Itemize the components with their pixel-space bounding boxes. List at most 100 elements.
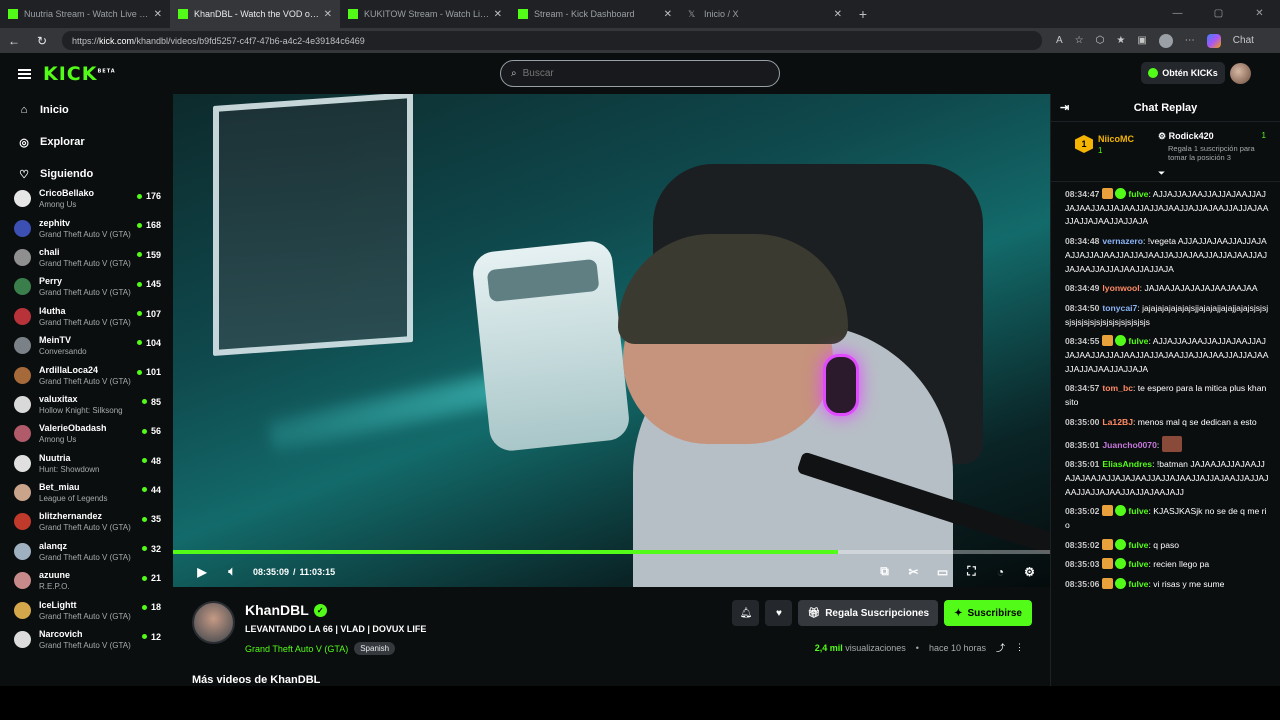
- more-options-icon[interactable]: ⋮: [1015, 642, 1024, 653]
- kick-logo[interactable]: KICKBETA: [43, 63, 116, 85]
- star-icon: ✦: [954, 607, 963, 619]
- maximize-button[interactable]: ▢: [1198, 0, 1239, 28]
- volume-icon[interactable]: 🔈︎: [217, 564, 247, 579]
- miniplayer-icon[interactable]: ⧉: [874, 564, 895, 579]
- user-avatar[interactable]: [1230, 63, 1251, 84]
- reload-icon[interactable]: ↻: [28, 34, 56, 48]
- copilot-icon[interactable]: [1206, 33, 1221, 48]
- search-input[interactable]: [522, 68, 753, 79]
- back-icon[interactable]: ←: [0, 34, 28, 48]
- chat-timestamp: 08:34:47: [1065, 189, 1100, 199]
- close-tab-icon[interactable]: ✕: [494, 9, 502, 20]
- profile-avatar[interactable]: [1158, 33, 1173, 48]
- chat-username[interactable]: fulve: [1128, 506, 1148, 516]
- url-field[interactable]: https://kick.com/khandbl/videos/b9fd5257…: [62, 31, 1042, 50]
- chat-username[interactable]: fulve: [1128, 540, 1148, 550]
- channel-game: Grand Theft Auto V (GTA): [39, 288, 131, 298]
- chat-username[interactable]: lyonwool: [1102, 283, 1139, 293]
- collapse-chat-icon[interactable]: ⇥: [1060, 101, 1069, 114]
- settings-gear-icon[interactable]: ⚙: [1019, 565, 1040, 579]
- sidebar-channel[interactable]: CricoBellako Among Us 176: [0, 184, 173, 213]
- heart-icon: ♡: [19, 168, 29, 181]
- channel-game: Hollow Knight: Silksong: [39, 405, 123, 415]
- fullscreen-icon[interactable]: ⛶: [961, 564, 982, 579]
- channel-viewer-count: 176: [145, 191, 161, 201]
- sidebar-channel[interactable]: Perry Grand Theft Auto V (GTA) 145: [0, 272, 173, 301]
- streamer-name[interactable]: KhanDBL: [245, 602, 309, 618]
- subscribe-button[interactable]: ✦ Suscribirse: [944, 600, 1032, 626]
- sidebar-channel[interactable]: zephitv Grand Theft Auto V (GTA) 168: [0, 213, 173, 242]
- sidebar-channel[interactable]: chali Grand Theft Auto V (GTA) 159: [0, 243, 173, 272]
- sidebar-channel[interactable]: l4utha Grand Theft Auto V (GTA) 107: [0, 302, 173, 331]
- sidebar-nav-inicio[interactable]: ⌂ Inicio: [0, 94, 173, 126]
- chat-username[interactable]: EliasAndres: [1102, 459, 1152, 469]
- close-tab-icon[interactable]: ✕: [664, 9, 672, 20]
- sidebar-channel[interactable]: valuxitax Hollow Knight: Silksong 85: [0, 390, 173, 419]
- expand-leaderboard-icon[interactable]: ⏷: [1158, 168, 1165, 179]
- close-tab-icon[interactable]: ✕: [154, 9, 162, 20]
- collections-icon[interactable]: ▣: [1137, 35, 1146, 46]
- sidebar-channel[interactable]: Nuutria Hunt: Showdown 48: [0, 449, 173, 478]
- chat-username[interactable]: fulve: [1128, 336, 1148, 346]
- gift-subs-button[interactable]: 🎁︎ Regala Suscripciones: [798, 600, 939, 626]
- chat-message: 08:34:57 tom_bc: te espero para la mitica…: [1065, 382, 1270, 409]
- browser-tab[interactable]: KhanDBL - Watch the VOD on Kick ✕: [170, 0, 340, 28]
- video-progress-bar[interactable]: [173, 550, 1050, 554]
- clip-icon[interactable]: ✂: [903, 565, 924, 579]
- sidebar-channel[interactable]: Bet_miau League of Legends 44: [0, 478, 173, 507]
- sidebar-channel[interactable]: ArdillaLoca24 Grand Theft Auto V (GTA) 101: [0, 360, 173, 389]
- menu-icon[interactable]: [18, 67, 31, 81]
- sidebar-channel[interactable]: IceLightt Grand Theft Auto V (GTA) 18: [0, 595, 173, 624]
- chat-username[interactable]: fulve: [1128, 189, 1148, 199]
- sidebar-channel[interactable]: ValerieObadash Among Us 56: [0, 419, 173, 448]
- language-tag[interactable]: Spanish: [354, 642, 396, 655]
- chat-username[interactable]: fulve: [1128, 559, 1148, 569]
- sidebar-nav: ⌂ Inicio ◎ Explorar ♡ Siguiendo: [0, 94, 173, 190]
- notification-bell-button[interactable]: 🔔︎: [732, 600, 760, 626]
- browser-tab[interactable]: 𝕏 Inicio / X ✕: [680, 0, 850, 28]
- follow-button[interactable]: ♥: [765, 600, 793, 626]
- sidebar-channel[interactable]: MeinTV Conversando 104: [0, 331, 173, 360]
- browser-tab[interactable]: Nuutria Stream - Watch Live on Kick ✕: [0, 0, 170, 28]
- favorites-icon[interactable]: ★: [1116, 35, 1125, 46]
- sidebar-channel[interactable]: blitzhernandez Grand Theft Auto V (GTA) 35: [0, 507, 173, 536]
- share-icon[interactable]: ⤴: [996, 641, 1005, 654]
- channel-avatar: [14, 395, 31, 413]
- video-player[interactable]: ▶ 🔈︎ 08:35:09 / 11:03:15 ⧉ ✂ ▭ ⛶ ◔ ⚙: [173, 94, 1050, 587]
- chat-username[interactable]: fulve: [1128, 579, 1148, 589]
- channel-avatar: [14, 601, 31, 619]
- chat-username[interactable]: vernazero: [1102, 236, 1143, 246]
- browser-tab[interactable]: KUKITOW Stream - Watch Live on Kick ✕: [340, 0, 510, 28]
- chat-username[interactable]: tonycai7: [1102, 303, 1137, 313]
- theater-mode-icon[interactable]: ▭: [932, 565, 953, 579]
- chat-username[interactable]: La12BJ: [1102, 417, 1133, 427]
- read-aloud-icon[interactable]: A: [1056, 35, 1063, 46]
- get-kicks-button[interactable]: Obtén KICKs: [1141, 62, 1225, 84]
- close-tab-icon[interactable]: ✕: [834, 9, 842, 20]
- chat-message: 08:35:02 fulve: KJASJKASjk no se de q me …: [1065, 505, 1270, 532]
- browser-tab-title: Nuutria Stream - Watch Live on Kick: [24, 9, 150, 19]
- copilot-label[interactable]: Chat: [1233, 35, 1254, 46]
- sidebar-channel[interactable]: azuune R.E.P.O. 21: [0, 566, 173, 595]
- new-tab-button[interactable]: +: [850, 6, 876, 22]
- search-box[interactable]: ⌕: [500, 60, 780, 87]
- speed-icon[interactable]: ◔: [990, 565, 1011, 579]
- minimize-button[interactable]: —: [1157, 0, 1198, 28]
- sidebar-channel[interactable]: alanqz Grand Theft Auto V (GTA) 32: [0, 537, 173, 566]
- leader2-name[interactable]: ⚙ Rodick420: [1158, 131, 1214, 142]
- streamer-avatar[interactable]: [192, 601, 235, 644]
- play-icon[interactable]: ▶: [187, 565, 217, 579]
- chat-username[interactable]: tom_bc: [1102, 383, 1133, 393]
- channel-viewers: 18: [141, 602, 161, 612]
- close-tab-icon[interactable]: ✕: [324, 9, 332, 20]
- favorite-star-icon[interactable]: ☆: [1075, 35, 1084, 46]
- more-menu-icon[interactable]: ⋯: [1185, 35, 1195, 46]
- extensions-icon[interactable]: ⬡: [1096, 35, 1105, 46]
- sidebar-channel[interactable]: Narcovich Grand Theft Auto V (GTA) 12: [0, 625, 173, 654]
- close-window-button[interactable]: ✕: [1239, 0, 1280, 28]
- stream-category[interactable]: Grand Theft Auto V (GTA): [245, 644, 348, 654]
- chat-username[interactable]: Juancho0070: [1102, 440, 1156, 450]
- sidebar-nav-explorar[interactable]: ◎ Explorar: [0, 126, 173, 158]
- browser-tab[interactable]: Stream - Kick Dashboard ✕: [510, 0, 680, 28]
- leader1-name[interactable]: NiicoMC: [1098, 134, 1134, 144]
